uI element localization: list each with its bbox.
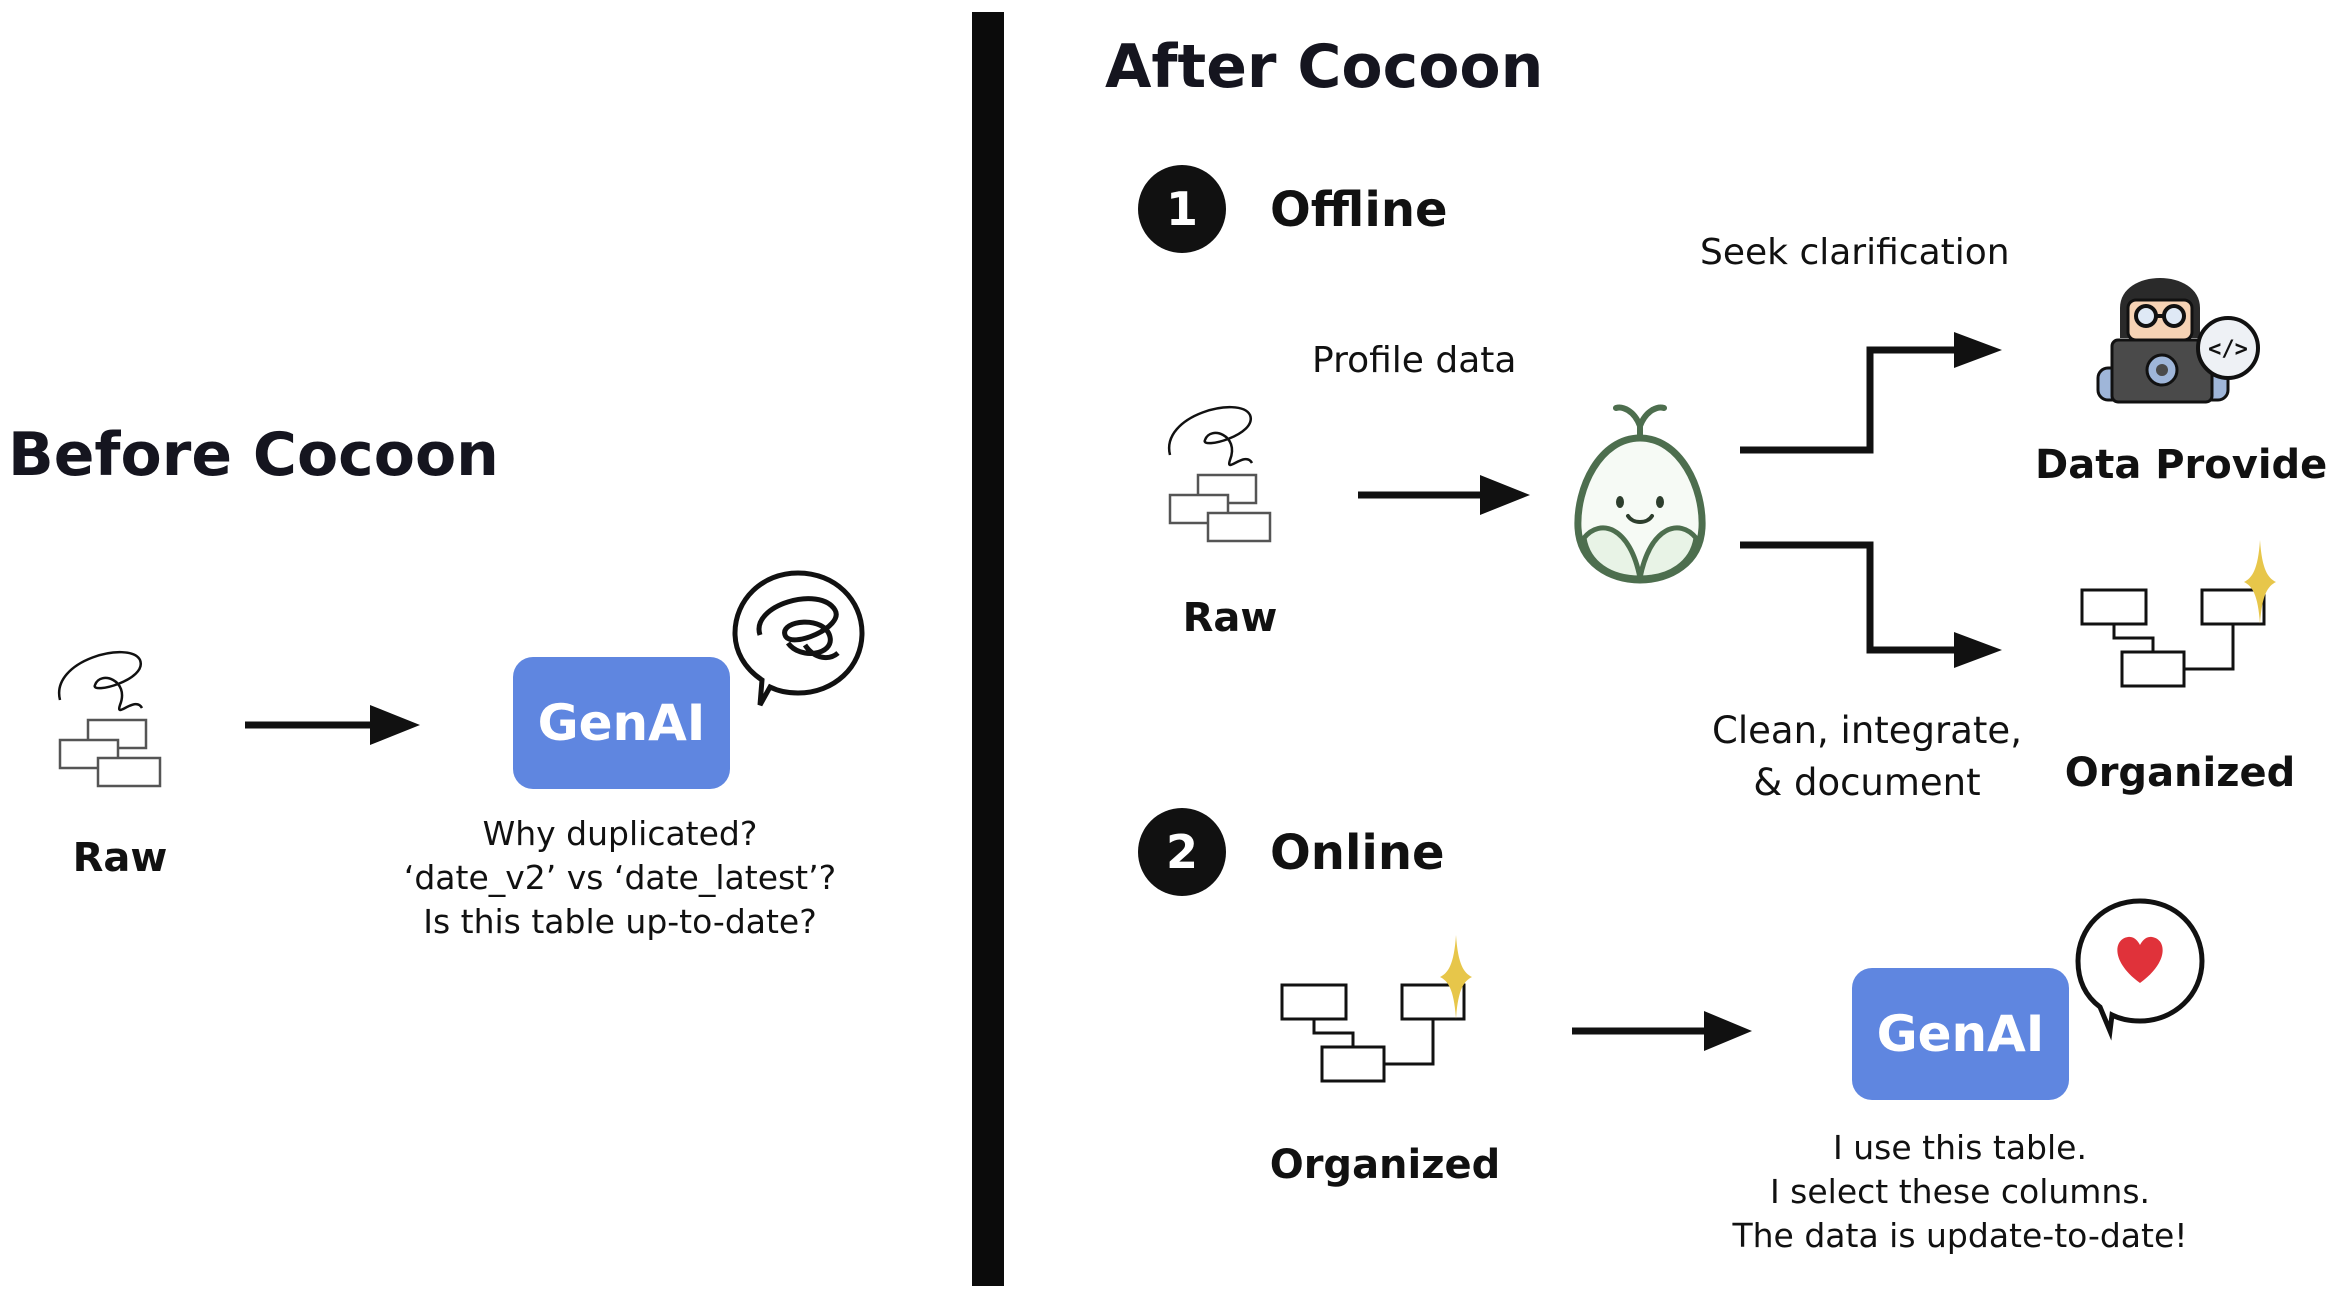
- offline-label: Offline: [1270, 182, 1448, 238]
- profile-data-label: Profile data: [1312, 340, 1517, 381]
- online-organized-label: Organized: [1269, 1142, 1501, 1188]
- clean-integrate-label: Clean, integrate, & document: [1702, 705, 2032, 809]
- online-genai-label: GenAI: [1876, 1005, 2045, 1063]
- cocoon-mascot-icon: [1574, 404, 1706, 584]
- question-line: Is this table up-to-date?: [423, 902, 817, 941]
- heart-bubble-icon: [2075, 898, 2205, 1041]
- data-provider-label: Data Provider: [2035, 442, 2327, 488]
- organized-data-icon: [1280, 935, 1472, 1083]
- step-one-badge: 1: [1138, 165, 1226, 253]
- clean-line: Clean, integrate,: [1712, 709, 2022, 752]
- before-genai-box: GenAI: [513, 657, 730, 789]
- before-raw-label: Raw: [72, 835, 168, 881]
- branch-arrows: [1740, 332, 2002, 668]
- online-genai-box: GenAI: [1852, 968, 2069, 1100]
- clean-line: & document: [1753, 761, 1981, 804]
- online-arrow: [1572, 1011, 1752, 1051]
- before-title: Before Cocoon: [8, 420, 499, 490]
- seek-clarification-label: Seek clarification: [1700, 232, 2010, 273]
- before-arrow: [245, 705, 420, 745]
- offline-organized-label: Organized: [2064, 750, 2296, 796]
- svg-text:</>: </>: [2208, 337, 2248, 362]
- step-two-badge: 2: [1138, 808, 1226, 896]
- raw-data-icon: [57, 651, 162, 788]
- organized-data-icon: [2080, 540, 2276, 688]
- response-line: I use this table.: [1833, 1128, 2087, 1167]
- genai-responses: I use this table. I select these columns…: [1715, 1126, 2205, 1258]
- question-line: ‘date_v2’ vs ‘date_latest’?: [403, 858, 837, 897]
- response-line: I select these columns.: [1769, 1172, 2151, 1211]
- before-genai-label: GenAI: [537, 694, 706, 752]
- question-line: Why duplicated?: [482, 814, 758, 853]
- raw-data-icon: [1167, 406, 1272, 543]
- profile-arrow: [1358, 475, 1530, 515]
- scribble-bubble-icon: [732, 570, 865, 707]
- data-provider-icon: </>: [2096, 278, 2260, 404]
- response-line: The data is update-to-date!: [1732, 1216, 2188, 1255]
- after-title: After Cocoon: [1105, 32, 1544, 102]
- offline-raw-label: Raw: [1182, 595, 1278, 641]
- online-label: Online: [1270, 825, 1445, 881]
- section-divider: [972, 12, 1004, 1286]
- before-questions: Why duplicated? ‘date_v2’ vs ‘date_lates…: [390, 812, 850, 944]
